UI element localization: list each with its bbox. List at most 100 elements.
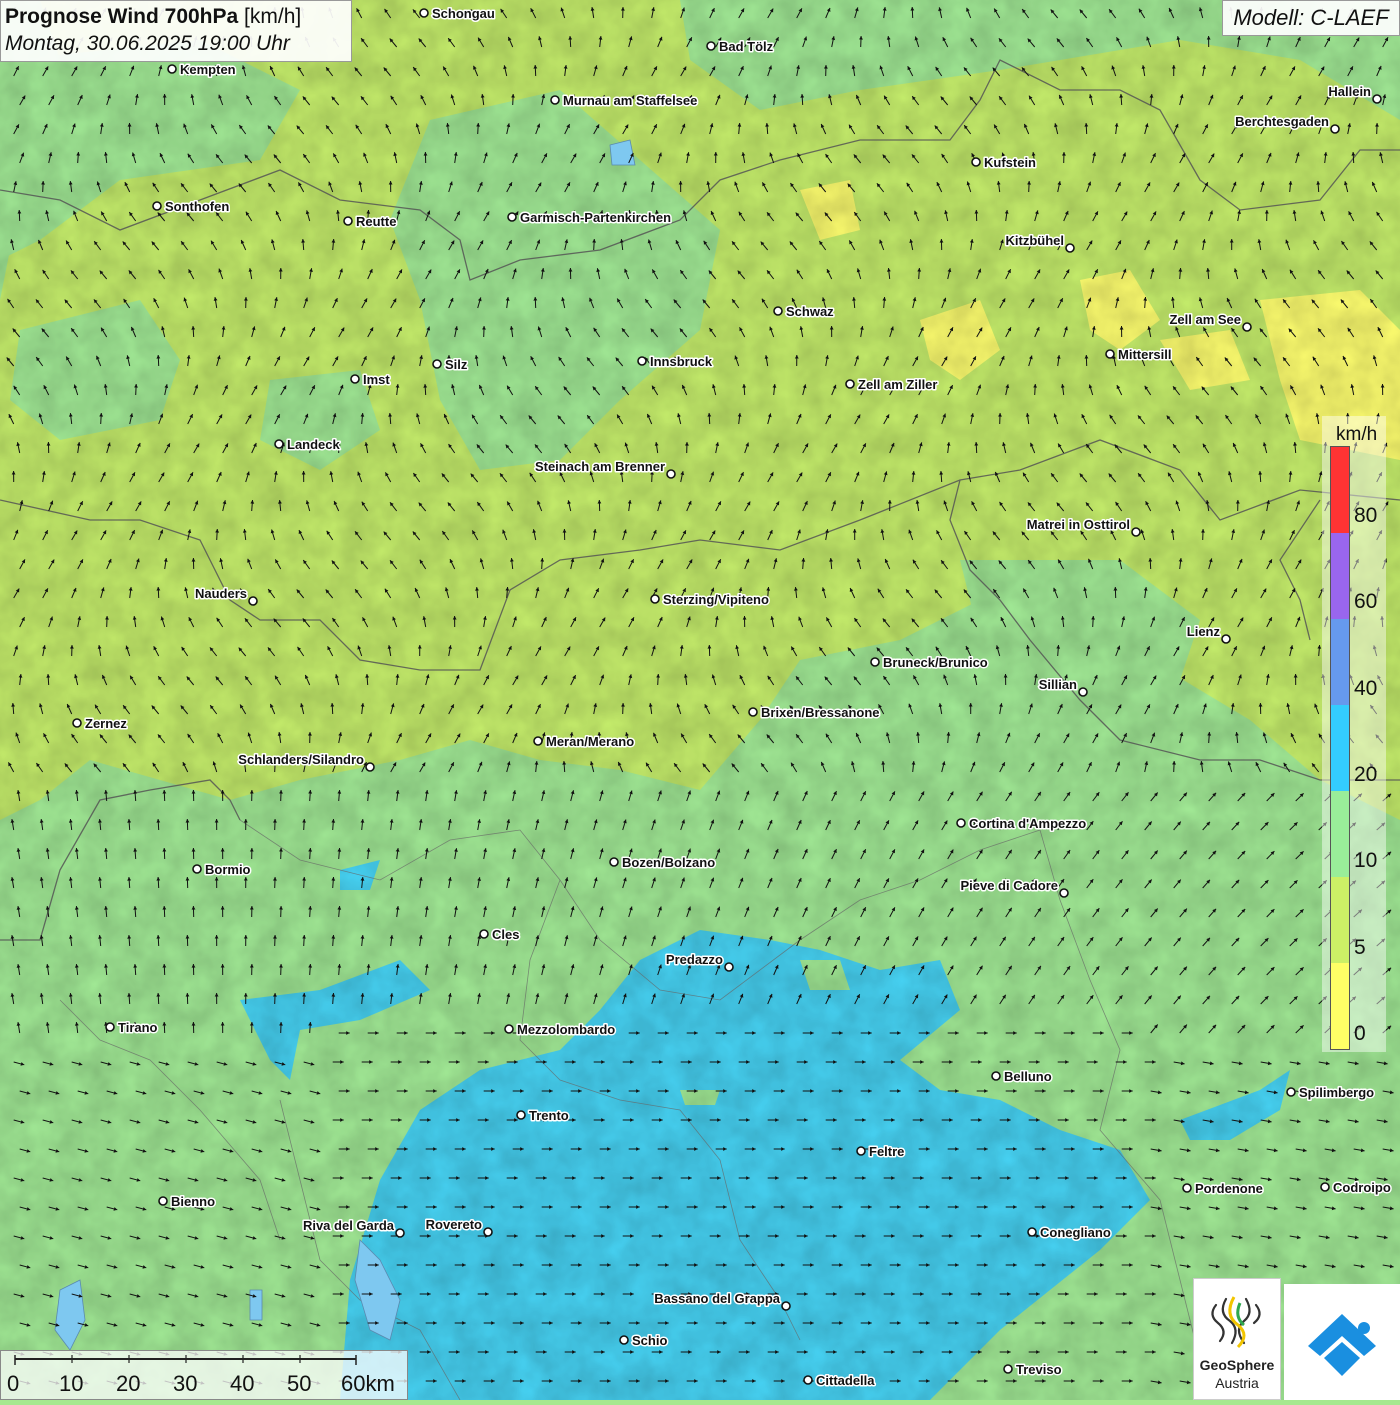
legend-band (1331, 619, 1349, 705)
scale-label-0: 0 (7, 1371, 19, 1397)
city-marker[interactable]: Innsbruck (638, 354, 713, 369)
city-dot (804, 1376, 812, 1384)
city-label: Codroipo (1333, 1180, 1391, 1195)
city-dot (508, 213, 516, 221)
city-label: Kempten (180, 62, 236, 77)
city-dot (620, 1336, 628, 1344)
city-label: Predazzo (666, 952, 723, 967)
legend-tick-label: 10 (1354, 849, 1377, 873)
city-label: Steinach am Brenner (535, 459, 665, 474)
city-label: Bormio (205, 862, 251, 877)
city-dot (610, 858, 618, 866)
city-dot (1222, 635, 1230, 643)
city-marker[interactable]: Bozen/Bolzano (610, 855, 715, 870)
city-dot (638, 357, 646, 365)
scale-bar: 0 10 20 30 40 50 60km (0, 1350, 408, 1400)
city-label: Schwaz (786, 304, 834, 319)
city-label: Mezzolombardo (517, 1022, 615, 1037)
legend-color-bar (1330, 446, 1350, 1050)
city-marker[interactable]: Pordenone (1183, 1181, 1263, 1196)
geosphere-logo[interactable]: GeoSphere Austria (1193, 1278, 1281, 1400)
city-dot (972, 158, 980, 166)
legend-tick-label: 60 (1354, 590, 1377, 614)
city-dot (1106, 350, 1114, 358)
wind-forecast-map[interactable]: Schongau Bad Tölz Kempten Murnau am Staffel… (0, 0, 1400, 1400)
city-label: Cortina d'Ampezzo (969, 816, 1086, 831)
legend-band (1331, 447, 1349, 533)
legend-tick-label: 40 (1354, 677, 1377, 701)
city-label: Bruneck/Brunico (883, 655, 988, 670)
city-label: Bassano del Grappa (654, 1291, 780, 1306)
city-marker[interactable]: Meran/Merano (534, 734, 634, 749)
legend-tick-label: 0 (1354, 1022, 1366, 1046)
city-label: Sonthofen (165, 199, 229, 214)
legend-band (1331, 963, 1349, 1049)
model-label: Modell: C-LAEF (1222, 0, 1400, 36)
city-label: Feltre (869, 1144, 904, 1159)
city-marker[interactable]: Garmisch-Partenkirchen (508, 210, 671, 225)
scale-label-10: 10 (59, 1371, 83, 1397)
city-label: Berchtesgaden (1235, 114, 1329, 129)
city-dot (517, 1111, 525, 1119)
weather-app-logo[interactable] (1284, 1284, 1400, 1400)
city-dot (106, 1023, 114, 1031)
geosphere-logo-name: GeoSphere (1194, 1357, 1280, 1373)
city-marker[interactable]: Brixen/Bressanone (749, 705, 880, 720)
city-dot (1004, 1365, 1012, 1373)
city-dot (396, 1229, 404, 1237)
city-label: Tirano (118, 1020, 158, 1035)
city-dot (351, 375, 359, 383)
scale-label-20: 20 (116, 1371, 140, 1397)
legend-tick-label: 80 (1354, 504, 1377, 528)
city-label: Schlanders/Silandro (238, 752, 364, 767)
city-dot (505, 1025, 513, 1033)
city-label: Pieve di Cadore (960, 878, 1058, 893)
city-marker[interactable]: Sonthofen (153, 199, 229, 214)
city-label: Cittadella (816, 1373, 875, 1388)
city-label: Bad Tölz (719, 39, 774, 54)
city-dot (957, 819, 965, 827)
city-dot (846, 380, 854, 388)
city-marker[interactable]: Spilimbergo (1287, 1085, 1374, 1100)
city-label: Pordenone (1195, 1181, 1263, 1196)
city-label: Treviso (1016, 1362, 1062, 1377)
city-marker[interactable]: Conegliano (1028, 1225, 1111, 1240)
city-marker[interactable]: Bruneck/Brunico (871, 655, 988, 670)
city-dot (484, 1228, 492, 1236)
city-label: Zell am See (1169, 312, 1241, 327)
city-label: Conegliano (1040, 1225, 1111, 1240)
city-marker[interactable]: Murnau am Staffelsee (551, 93, 697, 108)
city-dot (275, 440, 283, 448)
city-label: Mittersill (1118, 347, 1171, 362)
city-marker[interactable]: Sterzing/Vipiteno (651, 592, 769, 607)
city-label: Hallein (1328, 84, 1371, 99)
city-marker[interactable]: Zell am Ziller (846, 377, 937, 392)
city-marker[interactable]: Mezzolombardo (505, 1022, 615, 1037)
city-label: Sillian (1039, 677, 1077, 692)
scale-label-40: 40 (230, 1371, 254, 1397)
city-marker[interactable]: Cortina d'Ampezzo (957, 816, 1086, 831)
city-label: Schongau (432, 6, 495, 21)
city-dot (420, 9, 428, 17)
city-dot (366, 763, 374, 771)
scale-label-60km: 60km (341, 1371, 395, 1397)
city-dot (707, 42, 715, 50)
city-dot (1331, 125, 1339, 133)
city-label: Kufstein (984, 155, 1036, 170)
city-label: Landeck (287, 437, 341, 452)
scale-label-30: 30 (173, 1371, 197, 1397)
legend-band (1331, 533, 1349, 619)
city-label: Imst (363, 372, 390, 387)
city-dot (1321, 1183, 1329, 1191)
city-dot (1373, 95, 1381, 103)
city-dot (1243, 323, 1251, 331)
city-dot (249, 597, 257, 605)
city-marker[interactable]: Schongau (420, 6, 495, 21)
city-dot (725, 963, 733, 971)
city-dot (871, 658, 879, 666)
legend-band (1331, 877, 1349, 963)
city-dot (1132, 528, 1140, 536)
city-label: Trento (529, 1108, 569, 1123)
city-label: Zell am Ziller (858, 377, 937, 392)
scale-label-50: 50 (287, 1371, 311, 1397)
